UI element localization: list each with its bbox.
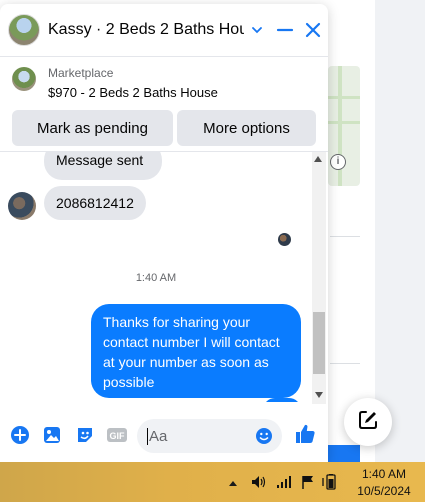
listing-name[interactable]: $970 - 2 Beds 2 Baths House: [48, 85, 218, 100]
scroll-down-arrow[interactable]: [315, 392, 323, 398]
scrollbar[interactable]: [312, 152, 326, 404]
show-hidden-icons-icon[interactable]: [229, 481, 237, 486]
chat-title[interactable]: Kassy · 2 Beds 2 Baths Hou...: [48, 21, 244, 39]
scroll-up-arrow[interactable]: [314, 156, 322, 162]
close-icon[interactable]: [300, 17, 326, 43]
outgoing-message-partial: [263, 398, 301, 402]
clock-date[interactable]: 10/5/2024: [354, 484, 414, 498]
text-caret: [147, 428, 148, 445]
message-timestamp: 1:40 AM: [135, 272, 177, 284]
outgoing-message: Thanks for sharing your contact number I…: [91, 304, 301, 398]
minimize-icon[interactable]: [272, 17, 298, 43]
divider: [330, 363, 360, 364]
photo-icon[interactable]: [41, 424, 63, 446]
thumbs-up-icon[interactable]: [294, 422, 318, 446]
plus-circle-icon[interactable]: [9, 424, 31, 446]
message-list: Message sent 2086812412 1:40 AM Thanks f…: [0, 152, 312, 402]
svg-text:GIF: GIF: [110, 431, 126, 441]
network-icon[interactable]: [275, 474, 293, 490]
flag-icon[interactable]: [300, 474, 316, 490]
volume-icon[interactable]: [250, 474, 268, 490]
background-right-panel: [375, 0, 425, 462]
chat-header: Kassy · 2 Beds 2 Baths Hou...: [0, 4, 328, 56]
scroll-thumb[interactable]: [313, 312, 325, 374]
background-button[interactable]: [325, 445, 360, 462]
listing-banner: Marketplace $970 - 2 Beds 2 Baths House …: [0, 56, 328, 152]
message-input[interactable]: Aa: [137, 419, 282, 453]
more-options-button[interactable]: More options: [177, 110, 316, 146]
sticker-icon[interactable]: [74, 424, 96, 446]
incoming-message: Message sent: [44, 152, 162, 180]
gif-icon[interactable]: GIF: [106, 424, 128, 446]
composer: GIF Aa: [0, 412, 328, 456]
emoji-icon[interactable]: [255, 427, 273, 450]
clock-time[interactable]: 1:40 AM: [354, 467, 414, 481]
compose-icon: [357, 409, 379, 436]
listing-kicker: Marketplace: [48, 66, 114, 80]
chat-window: Kassy · 2 Beds 2 Baths Hou... Marketplac…: [0, 4, 328, 462]
divider: [330, 236, 360, 237]
avatar[interactable]: [8, 14, 40, 46]
incoming-message: 2086812412: [44, 186, 146, 220]
chevron-down-icon[interactable]: [244, 17, 270, 43]
compose-button[interactable]: [344, 398, 392, 446]
sender-avatar[interactable]: [8, 192, 36, 220]
message-input-placeholder: Aa: [149, 428, 168, 445]
taskbar: 1:40 AM 10/5/2024: [0, 462, 425, 502]
battery-icon[interactable]: [322, 474, 338, 490]
seen-indicator-avatar: [278, 233, 291, 246]
listing-thumbnail[interactable]: [12, 67, 36, 91]
mark-as-pending-button[interactable]: Mark as pending: [12, 110, 173, 146]
info-icon[interactable]: i: [330, 154, 346, 170]
